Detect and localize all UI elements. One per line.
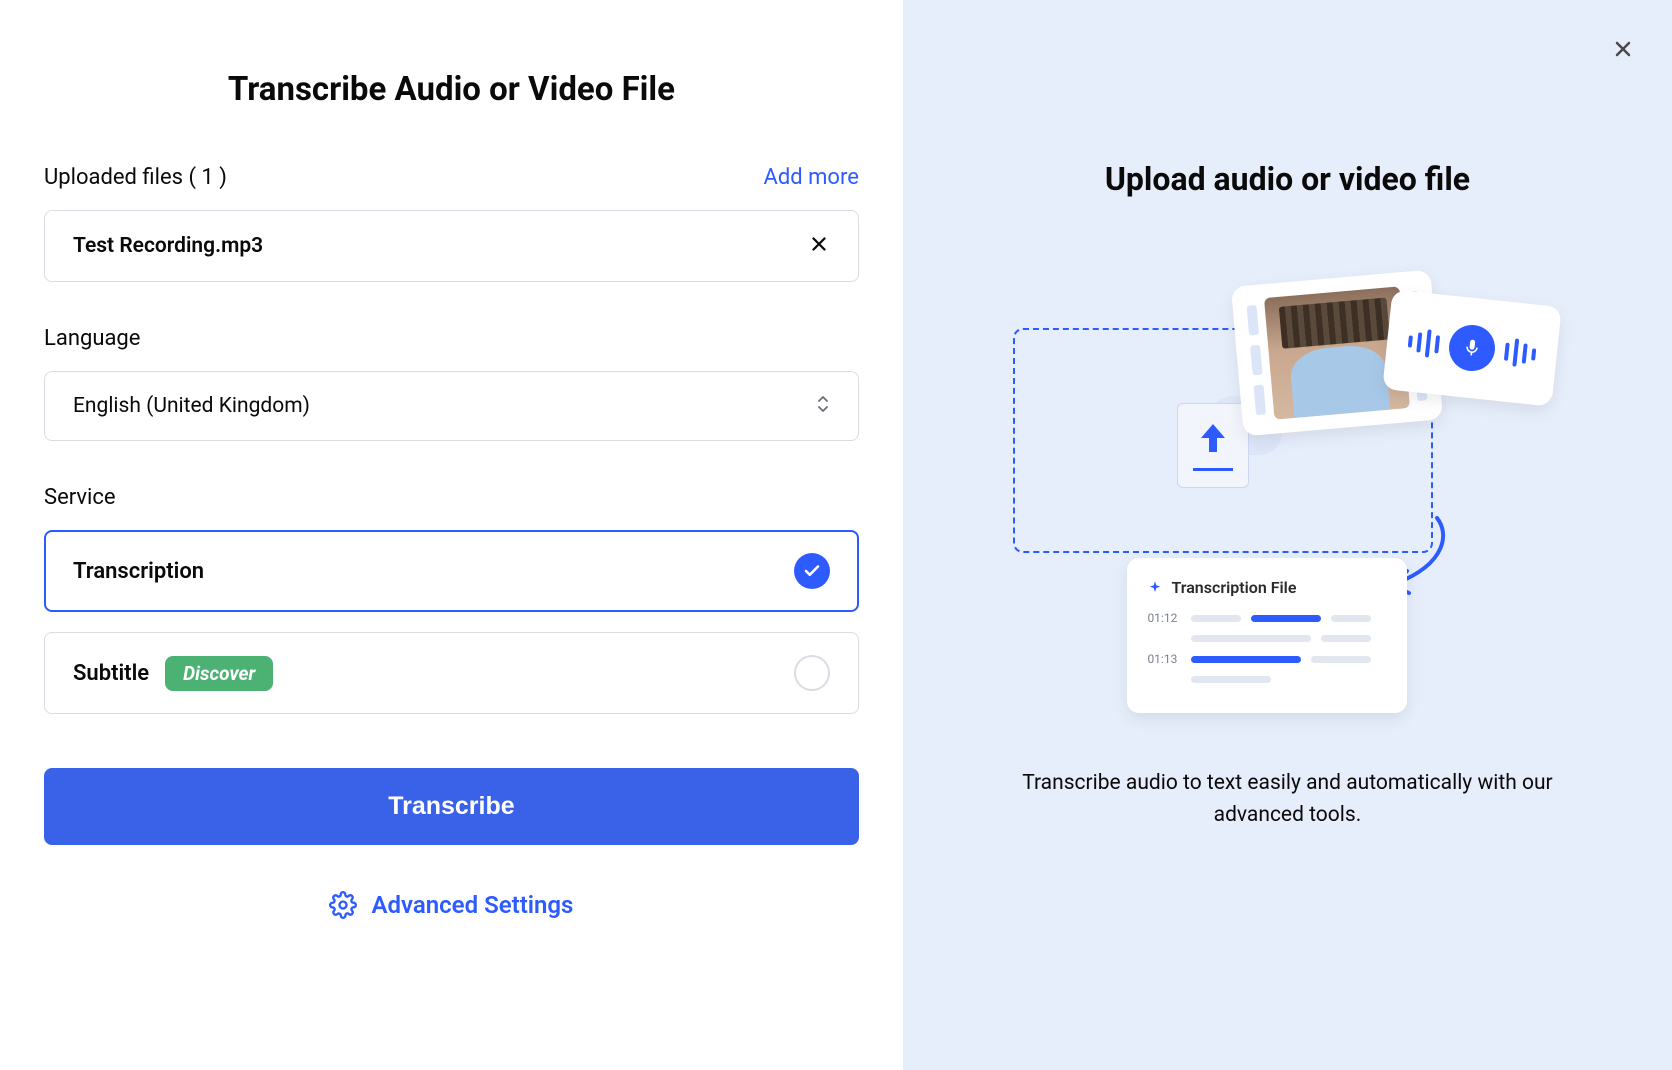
service-label: Service <box>44 485 859 510</box>
radio-unchecked-icon <box>794 655 830 691</box>
transcribe-button[interactable]: Transcribe <box>44 768 859 845</box>
info-panel: Upload audio or video file <box>903 0 1672 1070</box>
service-subtitle-label: Subtitle Discover <box>73 656 273 691</box>
chevron-updown-icon <box>816 394 830 418</box>
language-label: Language <box>44 326 859 351</box>
service-transcription-label: Transcription <box>73 559 204 584</box>
close-icon <box>1611 37 1635 61</box>
info-description: Transcribe audio to text easily and auto… <box>1007 768 1567 831</box>
add-more-link[interactable]: Add more <box>763 165 858 190</box>
service-option-transcription[interactable]: Transcription <box>44 530 859 612</box>
uploaded-file-row: Test Recording.mp3 <box>44 210 859 282</box>
info-title: Upload audio or video file <box>1105 160 1470 198</box>
upload-icon <box>1177 403 1249 488</box>
discover-badge: Discover <box>165 656 273 691</box>
language-select[interactable]: English (United Kingdom) <box>44 371 859 441</box>
gear-icon <box>329 891 357 919</box>
illustration: Transcription File 01:12 01:13 <box>1007 258 1567 708</box>
transcript-card-illustration: Transcription File 01:12 01:13 <box>1127 558 1407 713</box>
radio-checked-icon <box>794 553 830 589</box>
file-name: Test Recording.mp3 <box>73 234 263 258</box>
uploaded-files-label: Uploaded files ( 1 ) <box>44 165 227 190</box>
close-button[interactable] <box>1608 34 1638 64</box>
uploaded-files-header: Uploaded files ( 1 ) Add more <box>44 165 859 190</box>
close-icon <box>808 233 830 255</box>
remove-file-button[interactable] <box>808 233 830 259</box>
language-value: English (United Kingdom) <box>73 394 310 418</box>
microphone-icon <box>1447 323 1498 374</box>
audio-card-illustration <box>1383 289 1563 406</box>
advanced-settings-link[interactable]: Advanced Settings <box>44 891 859 919</box>
service-option-subtitle[interactable]: Subtitle Discover <box>44 632 859 714</box>
sparkle-icon <box>1147 580 1163 596</box>
page-title: Transcribe Audio or Video File <box>44 70 859 109</box>
form-panel: Transcribe Audio or Video File Uploaded … <box>0 0 903 1070</box>
